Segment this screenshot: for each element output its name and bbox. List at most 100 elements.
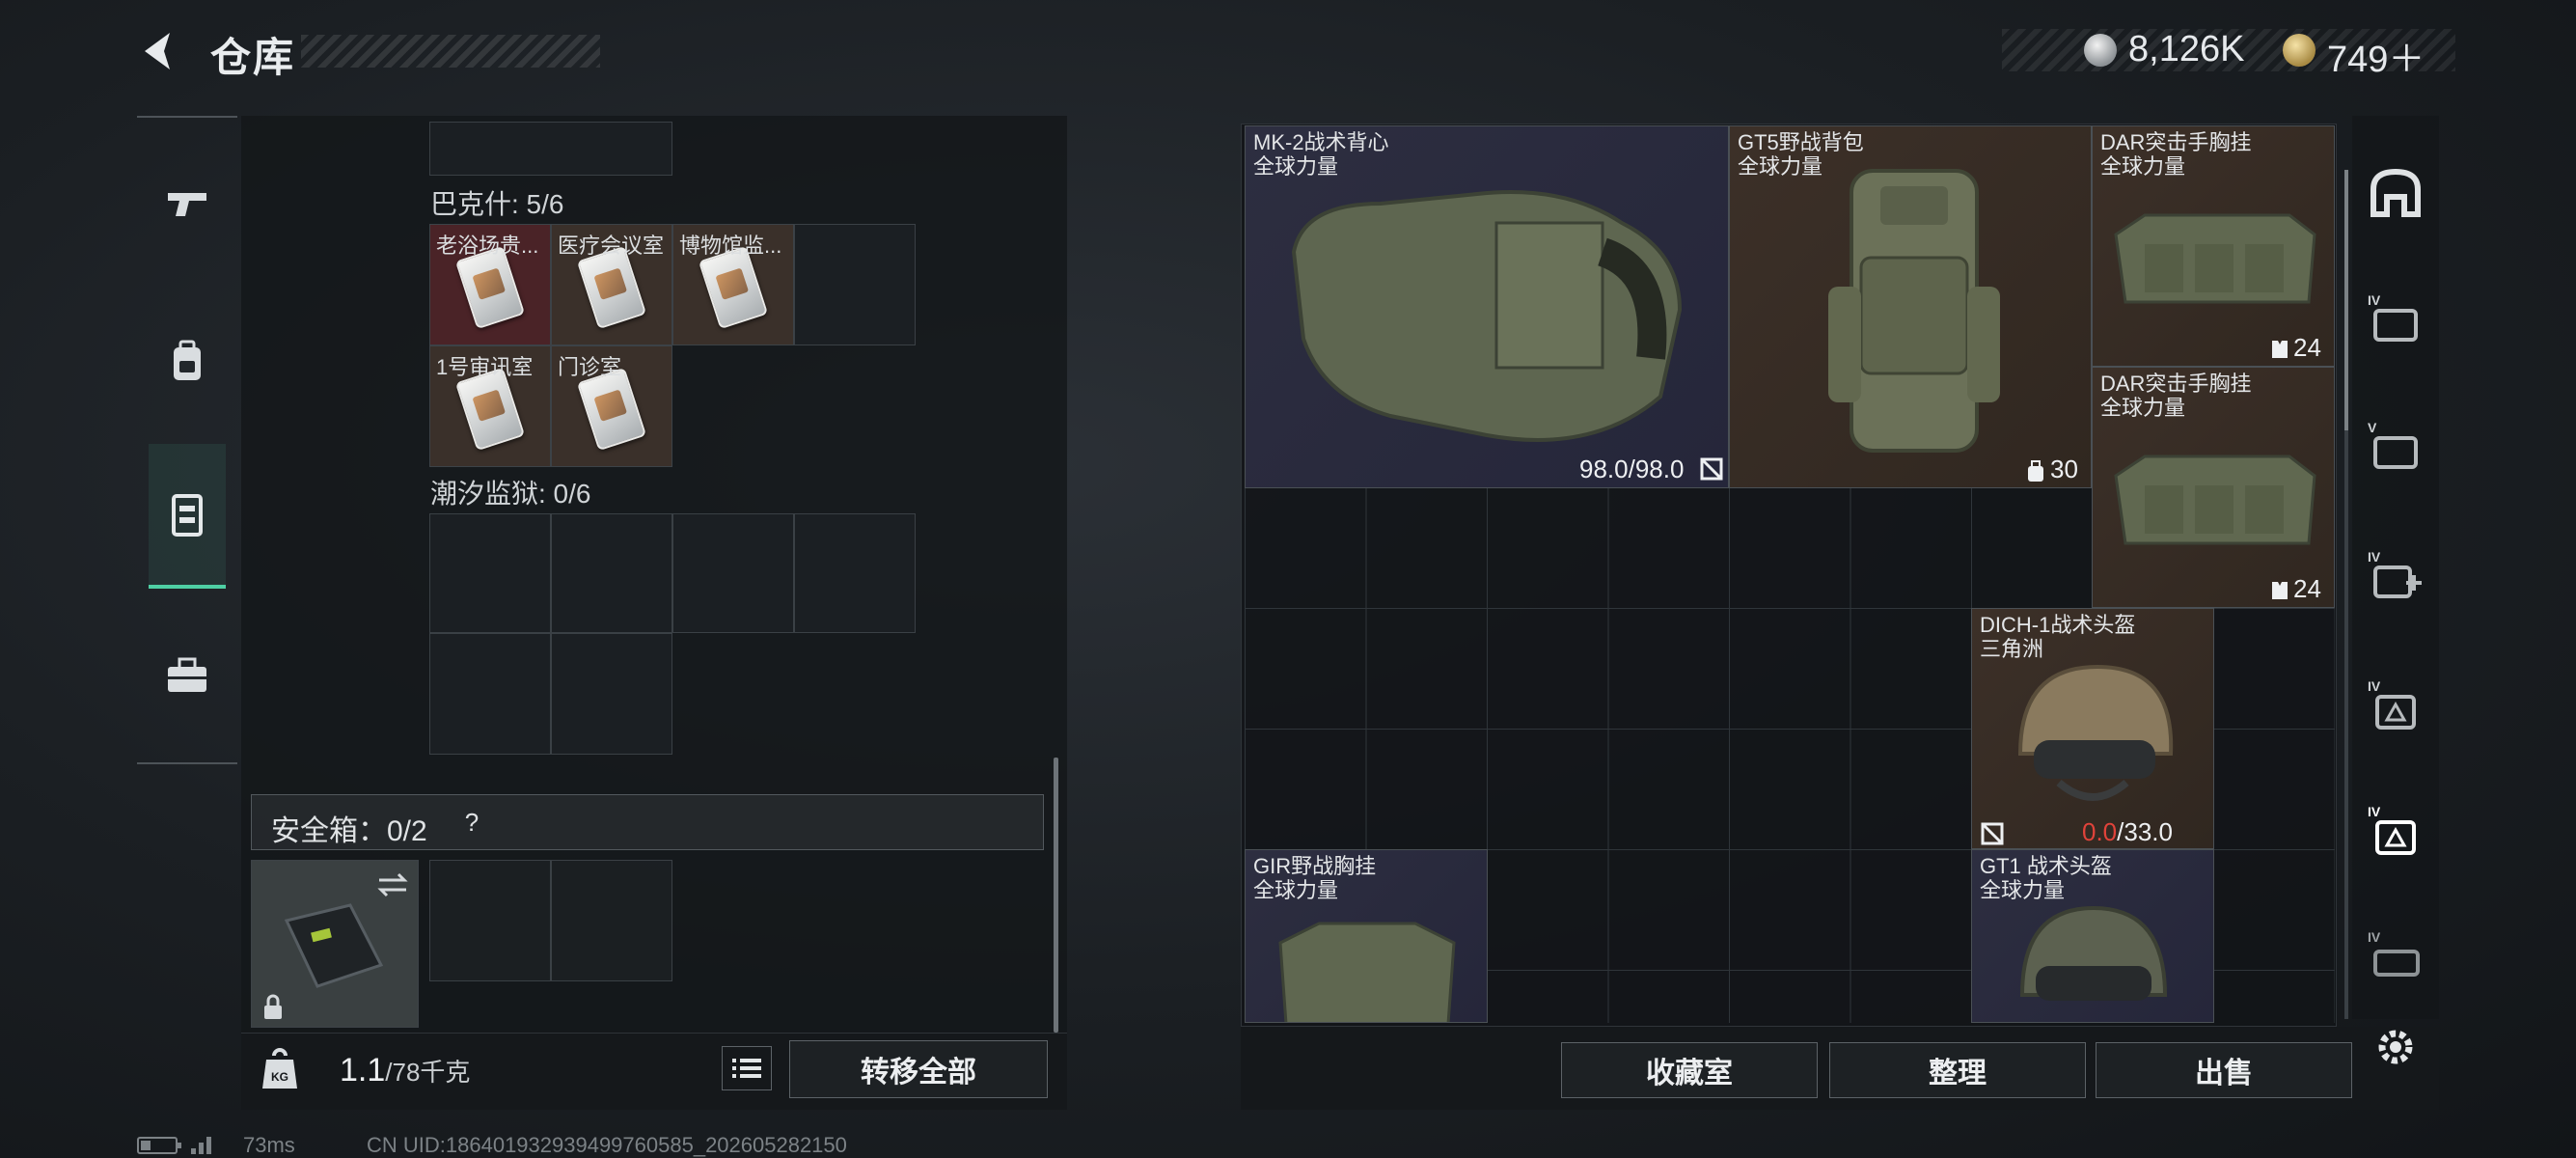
list-view-button[interactable]: [722, 1046, 772, 1090]
durability-max: /33.0: [2117, 817, 2173, 846]
key-card-label: 博物馆监...: [679, 234, 782, 258]
lock-icon: [264, 994, 282, 1019]
inventory-item-gt5-backpack[interactable]: GT5野战背包 全球力量 30: [1729, 125, 2092, 488]
signal-icon: [191, 1137, 211, 1154]
item-faction: 全球力量: [1253, 878, 1339, 902]
item-title: DAR突击手胸挂: [2100, 130, 2252, 154]
tidal-prison-section-label: 潮汐监狱: 0/6: [430, 479, 591, 509]
back-arrow-icon[interactable]: [135, 27, 183, 75]
item-title: DAR突击手胸挂: [2100, 372, 2252, 396]
tab-supplies[interactable]: [149, 627, 226, 724]
tab-weapons[interactable]: [149, 154, 226, 251]
svg-text:IV: IV: [2368, 929, 2381, 945]
item-faction: 全球力量: [1738, 154, 1823, 179]
bakshi-section-label: 巴克什: 5/6: [430, 189, 564, 219]
durability-value: 98.0/98.0: [1579, 455, 1685, 483]
empty-slot[interactable]: [794, 513, 916, 633]
helmet-filter-icon[interactable]: [2366, 164, 2425, 224]
stash-slot-row[interactable]: [429, 122, 672, 176]
inventory-scrollbar-thumb[interactable]: [2344, 170, 2348, 430]
item-faction: 全球力量: [2100, 154, 2186, 179]
pistol-icon: [168, 193, 206, 216]
chest-rig-icon: [1278, 922, 1456, 1022]
empty-slot[interactable]: [794, 224, 916, 345]
gold-currency-value[interactable]: 749＋: [2327, 29, 2425, 82]
title-decoration: [301, 35, 600, 68]
medical-level-iv-icon[interactable]: IV: [2366, 546, 2425, 606]
container-icon: [172, 494, 203, 537]
svg-text:IV: IV: [2368, 292, 2381, 308]
key-card-item[interactable]: 门诊室: [551, 345, 672, 467]
item-name: MK-2战术背心 全球力量: [1253, 130, 1389, 179]
sell-button[interactable]: 出售: [2096, 1042, 2352, 1098]
empty-slot[interactable]: [551, 513, 672, 633]
weight-max: /78千克: [385, 1058, 471, 1087]
weight-readout: 1.1/78千克: [340, 1052, 470, 1089]
user-uid: CN UID:1864019329394997605​85_2026052821…: [367, 1133, 847, 1157]
sort-button[interactable]: 整理: [1829, 1042, 2086, 1098]
chest-rig-icon: [2114, 213, 2316, 304]
svg-text:IV: IV: [2368, 804, 2381, 819]
empty-slot[interactable]: [551, 860, 672, 981]
backpack-level-iv-active-icon[interactable]: IV: [2366, 801, 2425, 861]
armor-level-v-icon[interactable]: V: [2366, 417, 2425, 477]
settings-gear-icon[interactable]: [2371, 1023, 2420, 1071]
transfer-all-button[interactable]: 转移全部: [789, 1040, 1048, 1098]
capacity-icon: [2272, 582, 2288, 599]
key-card-label: 医疗会议室: [558, 234, 665, 258]
item-faction: 三角洲: [1980, 637, 2044, 661]
weight-icon: KG: [262, 1048, 297, 1089]
safe-box-item[interactable]: [251, 860, 419, 1028]
chest-rig-icon: [2114, 455, 2316, 545]
empty-slot[interactable]: [429, 513, 551, 633]
chest-rig-level-iv-icon[interactable]: IV: [2366, 926, 2425, 986]
stash-scrollbar[interactable]: [1054, 758, 1058, 1033]
inventory-item-dar-chest-rig[interactable]: DAR突击手胸挂 全球力量 24: [2092, 125, 2335, 367]
key-card-item[interactable]: 博物馆监...: [672, 224, 794, 345]
svg-text:IV: IV: [2368, 678, 2381, 694]
help-icon[interactable]: ?: [454, 805, 489, 840]
empty-slot[interactable]: [429, 860, 551, 981]
battery-icon: [137, 1137, 181, 1154]
empty-slot[interactable]: [672, 513, 794, 633]
helmet-icon: [2017, 664, 2174, 801]
tab-equipment[interactable]: [149, 314, 226, 410]
inventory-item-gir-chest-rig[interactable]: GIR野战胸挂 全球力量: [1245, 849, 1488, 1023]
empty-slot[interactable]: [429, 633, 551, 755]
toolbox-icon: [168, 657, 206, 692]
tab-containers[interactable]: [149, 444, 226, 589]
item-title: MK-2战术背心: [1253, 130, 1389, 154]
capacity-value: 24: [2293, 333, 2321, 362]
item-name: GT1 战术头盔 全球力量: [1980, 854, 2112, 902]
capacity-value: 30: [2050, 455, 2078, 483]
safe-box-label: 安全箱：0/2: [271, 815, 427, 847]
armor-level-iv-icon[interactable]: IV: [2366, 290, 2425, 349]
item-name: DAR突击手胸挂 全球力量: [2100, 130, 2251, 179]
swap-icon[interactable]: [375, 870, 410, 899]
field-backpack-icon: [1828, 169, 2000, 453]
item-name: GT5野战背包 全球力量: [1738, 130, 1864, 179]
item-title: DICH-1战术头盔: [1980, 613, 2136, 637]
inventory-item-mk2-vest[interactable]: MK-2战术背心 全球力量 98.0/98.0: [1245, 125, 1729, 488]
item-faction: 全球力量: [1980, 878, 2066, 902]
no-repair-icon: [1981, 822, 2004, 845]
page-title: 仓库: [210, 35, 296, 80]
key-card-item[interactable]: 医疗会议室: [551, 224, 672, 345]
inventory-item-gt1-helmet[interactable]: GT1 战术头盔 全球力量: [1971, 849, 2214, 1023]
item-name: DICH-1战术头盔 三角洲: [1980, 613, 2135, 661]
key-card-item[interactable]: 老浴场贵...: [429, 224, 551, 345]
inventory-item-dar-chest-rig[interactable]: DAR突击手胸挂 全球力量 24: [2092, 367, 2335, 608]
backpack-icon: [174, 340, 201, 380]
item-title: GT5野战背包: [1738, 130, 1864, 154]
empty-slot[interactable]: [551, 633, 672, 755]
svg-text:KG: KG: [271, 1070, 288, 1084]
backpack-level-iv-icon[interactable]: IV: [2366, 676, 2425, 735]
item-faction: 全球力量: [2100, 396, 2186, 420]
silver-coin-icon: [2084, 34, 2117, 67]
inventory-item-dich1-helmet[interactable]: DICH-1战术头盔 三角洲 0.0/33.0: [1971, 608, 2214, 849]
helmet-icon: [2019, 905, 2168, 1001]
no-repair-icon: [1700, 457, 1723, 481]
key-card-label: 1号审讯室: [436, 355, 534, 379]
key-card-item[interactable]: 1号审讯室: [429, 345, 551, 467]
collection-room-button[interactable]: 收藏室: [1561, 1042, 1818, 1098]
